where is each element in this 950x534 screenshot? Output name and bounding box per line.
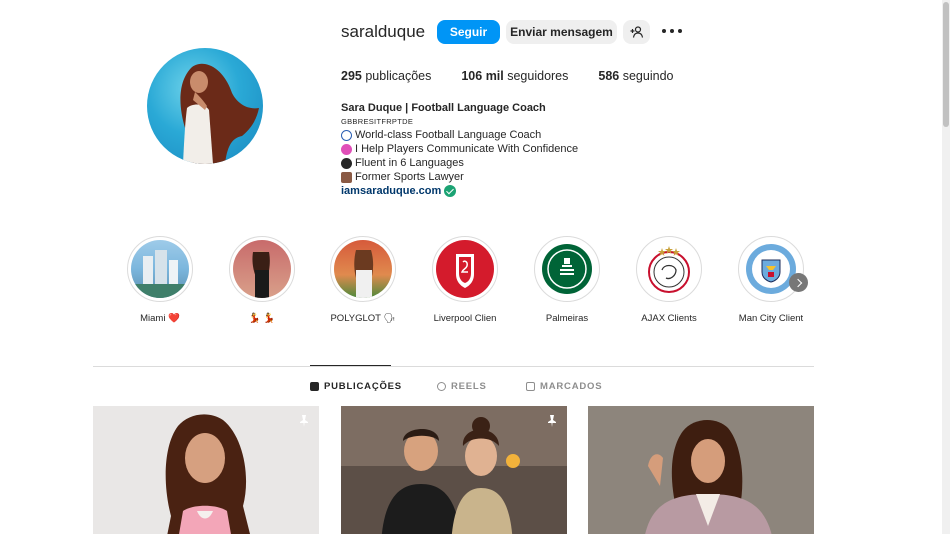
more-options-icon[interactable]: [662, 23, 682, 39]
following-label: seguindo: [622, 69, 674, 83]
post-photo: [341, 406, 567, 534]
ajax-crest-icon: [648, 246, 690, 293]
followers-stat[interactable]: 106 mil seguidores: [461, 69, 568, 83]
profile-username: saralduque: [341, 22, 426, 41]
followers-count: 106 mil: [461, 69, 504, 83]
following-stat[interactable]: 586 seguindo: [598, 69, 673, 83]
highlight-cover: [640, 240, 698, 298]
bio-line-text: I Help Players Communicate With Confiden…: [355, 143, 579, 155]
highlight-cover: [233, 240, 291, 298]
post-photo: [588, 406, 814, 534]
highlight-cover: [131, 240, 189, 298]
highlights-next-button[interactable]: [789, 273, 808, 292]
bio-line: World-class Football Language Coach: [341, 128, 578, 142]
posts-stat[interactable]: 295 publicações: [341, 69, 431, 83]
bio-line: Former Sports Lawyer: [341, 170, 578, 184]
highlight-label: 💃 💃: [248, 313, 276, 324]
palmeiras-crest-icon: [542, 244, 592, 294]
profile-category: GBBRESITFRPTDE: [341, 117, 414, 126]
bio-line: I Help Players Communicate With Confiden…: [341, 142, 578, 156]
post-thumbnail[interactable]: [341, 406, 567, 534]
highlight-label: AJAX Clients: [641, 313, 697, 324]
post-thumbnail[interactable]: [93, 406, 319, 534]
post-photo: [93, 406, 319, 534]
followers-label: seguidores: [507, 69, 569, 83]
highlight-palmeiras[interactable]: Palmeiras: [534, 236, 600, 324]
tab-posts[interactable]: PUBLICAÇÕES: [310, 381, 402, 392]
pinned-post-icon: [548, 415, 556, 427]
highlight-label: Palmeiras: [545, 313, 589, 324]
posts-label: publicações: [365, 69, 432, 83]
profile-stats: 295 publicações 106 mil seguidores 586 s…: [341, 69, 703, 83]
bio-line: Fluent in 6 Languages: [341, 156, 578, 170]
highlight-label: POLYGLOT 🗣: [330, 313, 396, 324]
bio-link[interactable]: iamsaraduque.com: [341, 184, 578, 198]
post-thumbnail[interactable]: [588, 406, 814, 534]
bio-link-text[interactable]: iamsaraduque.com: [341, 184, 441, 198]
judge-icon: [341, 171, 352, 183]
pinned-post-icon: [300, 415, 308, 427]
avatar-photo: [180, 63, 259, 164]
highlight-label: Liverpool Clien: [433, 313, 497, 324]
tab-posts-label: PUBLICAÇÕES: [324, 381, 402, 392]
reels-icon: [437, 382, 446, 391]
highlight-miami[interactable]: Miami ❤️: [127, 236, 193, 324]
highlight-dance[interactable]: 💃 💃: [229, 236, 295, 324]
speech-bubble-icon: [341, 143, 352, 155]
highlight-cover: [538, 240, 596, 298]
liverpool-crest-icon: [456, 254, 474, 288]
tab-reels-label: REELS: [451, 381, 487, 392]
tab-reels[interactable]: REELS: [437, 381, 487, 392]
profile-avatar[interactable]: [147, 48, 263, 164]
posts-count: 295: [341, 69, 362, 83]
tab-tagged[interactable]: MARCADOS: [526, 381, 602, 392]
tabs-divider: [93, 366, 814, 367]
soccer-ball-icon: [341, 129, 352, 141]
following-count: 586: [598, 69, 620, 83]
bio-line-text: World-class Football Language Coach: [355, 129, 542, 141]
grid-icon: [310, 382, 319, 391]
profile-display-name: Sara Duque | Football Language Coach: [341, 102, 546, 114]
verified-check-icon: [444, 185, 457, 197]
tab-tagged-label: MARCADOS: [540, 381, 603, 392]
highlight-cover: [436, 240, 494, 298]
highlight-ajax[interactable]: AJAX Clients: [636, 236, 702, 324]
follow-button[interactable]: Seguir: [437, 20, 500, 44]
bio-line-text: Fluent in 6 Languages: [355, 157, 464, 169]
highlight-liverpool[interactable]: Liverpool Clien: [432, 236, 498, 324]
bio-line-text: Former Sports Lawyer: [355, 171, 464, 183]
send-message-button[interactable]: Enviar mensagem: [506, 20, 617, 44]
profile-bio: Sara Duque | Football Language Coach GBB…: [341, 101, 578, 198]
person-add-icon: [630, 26, 643, 38]
suggest-accounts-button[interactable]: [623, 20, 650, 44]
highlight-label: Miami ❤️: [140, 313, 180, 324]
highlight-cover: [334, 240, 392, 298]
scrollbar-thumb[interactable]: [943, 2, 949, 127]
scrollbar-track[interactable]: [942, 0, 950, 534]
highlight-label: Man City Client: [738, 313, 804, 324]
speaking-head-icon: [341, 157, 352, 169]
highlight-polyglot[interactable]: POLYGLOT 🗣: [330, 236, 396, 324]
tagged-icon: [526, 382, 535, 391]
active-tab-indicator: [310, 365, 391, 366]
